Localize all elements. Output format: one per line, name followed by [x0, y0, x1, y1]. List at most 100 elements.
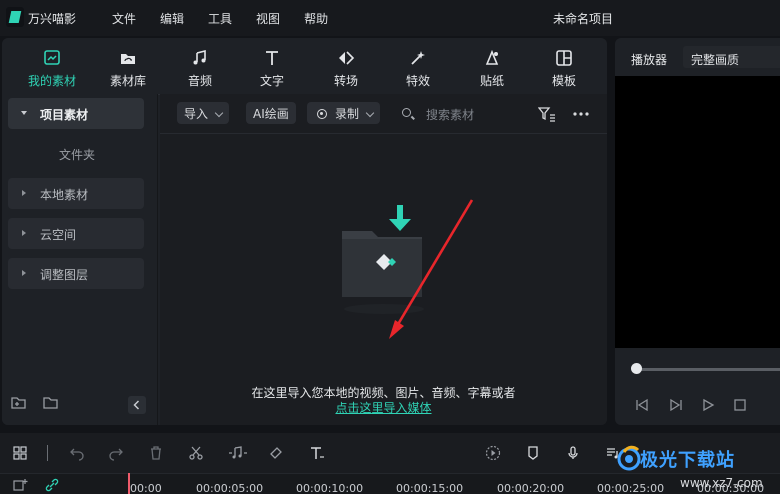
tab-label: 转场 [333, 74, 358, 88]
playback-scrubber[interactable] [631, 363, 642, 374]
my-media-icon [44, 50, 60, 65]
menu-tools[interactable]: 工具 [208, 10, 232, 27]
media-toolbar: 导入 AI绘画 录制 搜索素材 [160, 94, 607, 134]
import-label: 导入 [184, 107, 209, 121]
tab-my-media[interactable]: 我的素材 [20, 38, 84, 94]
player-panel: 播放器 完整画质 [615, 38, 780, 425]
folder-icon[interactable] [42, 395, 60, 411]
collapse-sidebar-button[interactable] [128, 396, 146, 414]
text-tool-icon[interactable] [309, 445, 325, 461]
stop-icon[interactable] [733, 398, 747, 412]
layout-grid-icon[interactable] [12, 445, 28, 461]
quality-select[interactable]: 完整画质 [683, 46, 780, 68]
import-dropdown-button[interactable]: 导入 [177, 102, 230, 124]
tag-icon[interactable] [268, 445, 284, 461]
magic-wand-icon [411, 51, 425, 65]
transition-icon [339, 51, 355, 65]
tab-audio[interactable]: 音频 [172, 38, 228, 94]
link-icon[interactable] [44, 478, 60, 492]
tab-label: 贴纸 [479, 74, 504, 88]
playback-progress-track[interactable] [633, 368, 780, 371]
menu-file[interactable]: 文件 [112, 10, 136, 27]
new-folder-icon[interactable] [10, 395, 28, 411]
quality-value: 完整画质 [691, 53, 740, 67]
timeline-tick: 00:00:20:00 [497, 482, 565, 494]
expand-triangle-icon [22, 190, 26, 196]
chevron-down-icon [365, 108, 375, 118]
tab-stock[interactable]: 素材库 [98, 38, 158, 94]
scissors-icon[interactable] [188, 445, 204, 461]
watermark: 极光下载站 www.xz7.com [616, 440, 780, 494]
timeline-tick: 00:00:15:00 [396, 482, 464, 494]
tab-templates[interactable]: 模板 [536, 38, 592, 94]
expand-triangle-icon [22, 230, 26, 236]
player-header: 播放器 完整画质 [615, 38, 780, 74]
tab-label: 特效 [405, 74, 430, 88]
menu-view[interactable]: 视图 [256, 10, 280, 27]
tab-label: 文字 [259, 74, 284, 88]
tab-transition[interactable]: 转场 [318, 38, 374, 94]
sidebar-item-label: 本地素材 [40, 188, 89, 202]
sidebar-item-label: 调整图层 [40, 268, 89, 282]
sticker-icon [485, 49, 499, 65]
record-dropdown-button[interactable]: 录制 [307, 102, 381, 124]
undo-icon[interactable] [69, 445, 85, 461]
cloud-folder-icon [121, 54, 135, 64]
delete-icon[interactable] [148, 445, 164, 461]
title-bar: 万兴喵影 文件 编辑 工具 视图 帮助 未命名项目 [0, 0, 780, 36]
filter-sort-icon[interactable] [538, 106, 556, 122]
play-icon[interactable] [701, 398, 715, 412]
search-icon [402, 108, 411, 117]
watermark-text: 极光下载站 [640, 450, 735, 471]
watermark-url: www.xz7.com [680, 476, 763, 490]
media-tabs: 我的素材 素材库 音频 文字 转场 特效 贴纸 模板 [2, 38, 607, 94]
tab-text[interactable]: 文字 [244, 38, 300, 94]
record-label: 录制 [335, 107, 360, 121]
sidebar-item-local-media[interactable]: 本地素材 [8, 178, 144, 209]
more-options-icon[interactable] [572, 106, 590, 122]
menu-edit[interactable]: 编辑 [160, 10, 184, 27]
collapse-triangle-icon [21, 111, 27, 115]
tab-effects[interactable]: 特效 [390, 38, 446, 94]
tab-label: 素材库 [109, 74, 146, 88]
ai-paint-button[interactable]: AI绘画 [246, 102, 296, 124]
chevron-left-icon [133, 400, 140, 410]
sidebar-folder-label[interactable]: 文件夹 [2, 146, 152, 163]
previous-frame-icon[interactable] [635, 398, 649, 412]
timeline-tick: 00:00 [130, 482, 162, 494]
app-logo-icon [6, 7, 24, 27]
sidebar-item-cloud[interactable]: 云空间 [8, 218, 144, 249]
divider [47, 445, 48, 461]
watermark-logo-icon [617, 445, 641, 471]
import-media-link[interactable]: 点击这里导入媒体 [160, 399, 607, 416]
project-title: 未命名项目 [553, 12, 614, 26]
chevron-down-icon [214, 108, 224, 118]
tab-stickers[interactable]: 贴纸 [464, 38, 520, 94]
import-folder-illustration [342, 205, 424, 314]
text-t-icon [266, 51, 278, 65]
play-circle-icon[interactable] [485, 445, 501, 461]
preview-screen[interactable] [615, 76, 780, 348]
tab-label: 模板 [551, 74, 576, 88]
timeline-tick: 00:00:10:00 [296, 482, 364, 494]
microphone-icon[interactable] [565, 445, 581, 461]
timeline-playhead[interactable] [128, 473, 130, 494]
marker-icon[interactable] [525, 445, 541, 461]
app-name: 万兴喵影 [28, 12, 77, 26]
sidebar-item-adjustment-layer[interactable]: 调整图层 [8, 258, 144, 289]
ai-paint-label: AI绘画 [253, 107, 289, 121]
player-title: 播放器 [631, 53, 668, 67]
sidebar-item-label: 云空间 [40, 228, 77, 242]
template-grid-icon [556, 50, 572, 66]
redo-icon[interactable] [108, 445, 124, 461]
menu-help[interactable]: 帮助 [304, 10, 328, 27]
tab-label: 我的素材 [27, 74, 76, 88]
sidebar-item-project-media[interactable]: 项目素材 [8, 98, 144, 129]
menu-bar: 文件 编辑 工具 视图 帮助 [112, 10, 352, 27]
add-track-icon[interactable] [12, 478, 28, 492]
audio-edit-icon[interactable] [227, 445, 249, 461]
expand-triangle-icon [22, 270, 26, 276]
record-icon [317, 109, 327, 119]
timeline-tick: 00:00:05:00 [196, 482, 264, 494]
next-frame-icon[interactable] [669, 398, 683, 412]
